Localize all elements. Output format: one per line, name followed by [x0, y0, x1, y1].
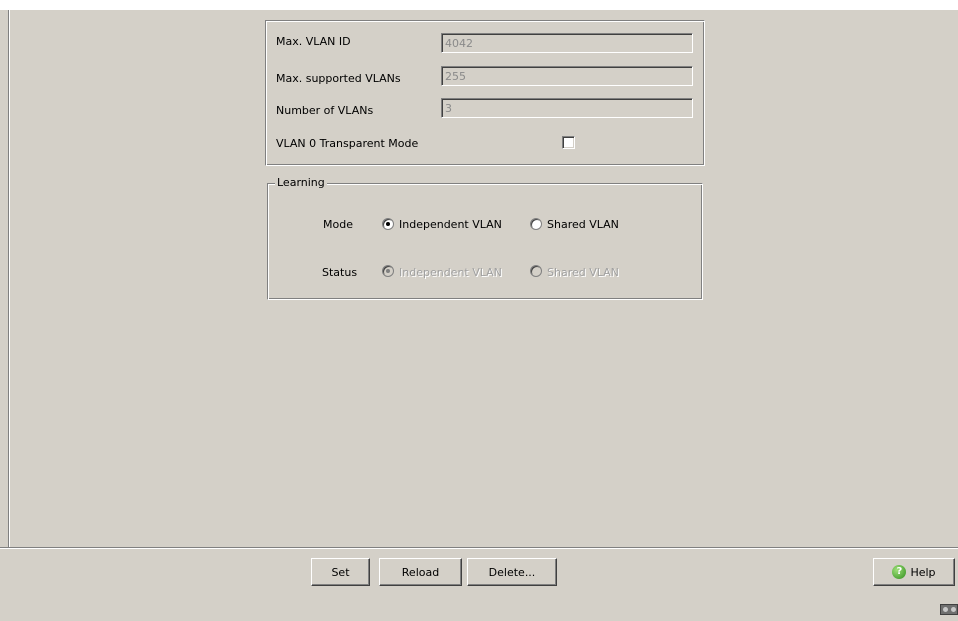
status-independent-label: Independent VLAN — [399, 266, 502, 279]
max-vlan-id-field[interactable]: 4042 — [441, 33, 693, 53]
mode-label: Mode — [323, 218, 353, 231]
status-independent-radio — [382, 265, 394, 277]
vlan0-transparent-mode-checkbox[interactable] — [562, 136, 575, 149]
top-strip — [0, 0, 958, 10]
vlan0-transparent-mode-label: VLAN 0 Transparent Mode — [276, 137, 419, 150]
set-button[interactable]: Set — [311, 558, 370, 586]
reload-button[interactable]: Reload — [379, 558, 462, 586]
max-supported-vlans-label: Max. supported VLANs — [276, 72, 401, 85]
mode-shared-label[interactable]: Shared VLAN — [547, 218, 619, 231]
status-shared-label: Shared VLAN — [547, 266, 619, 279]
number-of-vlans-label: Number of VLANs — [276, 104, 374, 117]
number-of-vlans-field[interactable]: 3 — [441, 98, 693, 118]
delete-button[interactable]: Delete... — [467, 558, 557, 586]
learning-legend: Learning — [275, 176, 327, 190]
help-button[interactable]: ? Help — [873, 558, 955, 586]
connection-status-dot — [950, 607, 956, 612]
max-vlan-id-label: Max. VLAN ID — [276, 35, 351, 48]
mode-independent-radio[interactable] — [382, 218, 394, 230]
connection-status-icon — [940, 604, 958, 615]
mode-shared-radio[interactable] — [530, 218, 542, 230]
help-icon: ? — [892, 565, 907, 579]
status-label: Status — [322, 266, 358, 279]
left-divider-highlight — [9, 10, 10, 547]
button-bar-divider-highlight — [0, 548, 958, 549]
learning-group — [267, 183, 703, 300]
status-shared-radio — [530, 265, 542, 277]
connection-status-dot — [942, 607, 948, 612]
help-button-label: Help — [910, 565, 936, 579]
max-supported-vlans-field[interactable]: 255 — [441, 66, 693, 86]
mode-independent-label[interactable]: Independent VLAN — [399, 218, 502, 231]
